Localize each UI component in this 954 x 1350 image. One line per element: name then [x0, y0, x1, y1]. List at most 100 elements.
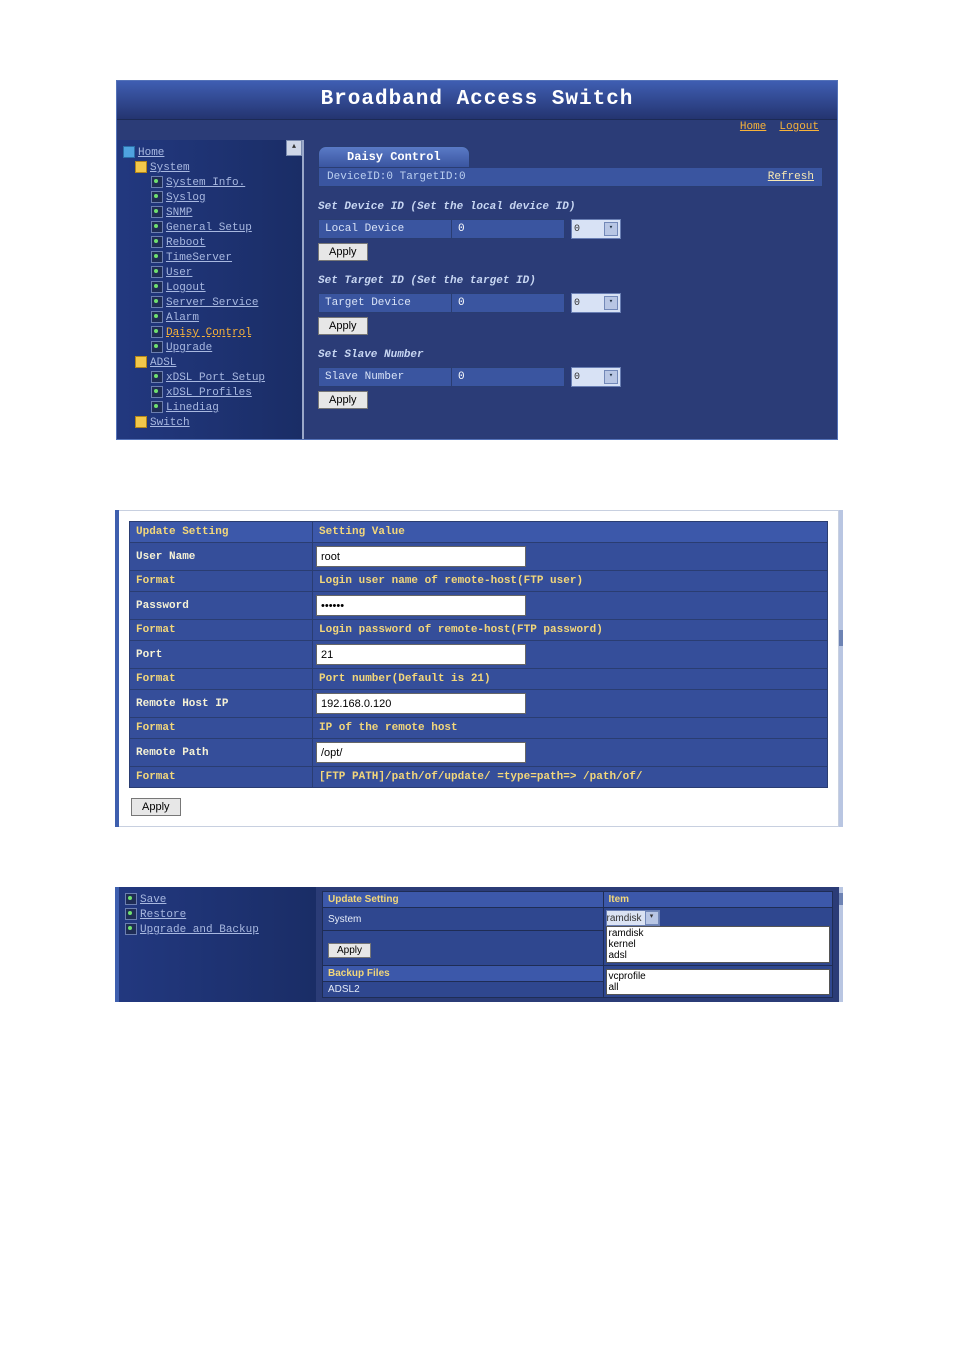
nav-save[interactable]: Save: [140, 894, 166, 906]
format-label: Format: [130, 669, 313, 690]
page-icon: [151, 311, 163, 323]
nav-linediag[interactable]: Linediag: [166, 402, 219, 414]
router-ui-screenshot: Broadband Access Switch Home Logout ▴ Ho…: [116, 80, 838, 440]
page-icon: [151, 191, 163, 203]
format-label: Format: [130, 767, 313, 788]
section-set-target-id: Set Target ID (Set the target ID): [318, 275, 823, 287]
page-icon: [151, 281, 163, 293]
page-icon: [151, 206, 163, 218]
remote-host-input[interactable]: [316, 693, 526, 714]
page-icon: [151, 401, 163, 413]
nav-general-setup[interactable]: General Setup: [166, 222, 252, 234]
main-content: Daisy Control DeviceID:0 TargetID:0 Refr…: [304, 140, 837, 439]
page-icon: [151, 176, 163, 188]
remote-path-input[interactable]: [316, 742, 526, 763]
main-content-small: Update Setting Item System ramdisk▾ ramd…: [316, 887, 839, 1002]
password-label: Password: [130, 592, 313, 620]
backup-options-list[interactable]: vcprofile all: [606, 969, 831, 995]
top-links-bar: Home Logout: [117, 120, 837, 140]
target-device-select[interactable]: 0▾: [571, 293, 621, 313]
nav-switch[interactable]: Switch: [150, 417, 190, 429]
scrollbar-thumb[interactable]: [839, 630, 843, 646]
local-device-value: 0: [452, 219, 565, 239]
page-icon: [151, 236, 163, 248]
page-icon: [125, 893, 137, 905]
col-update-setting: Update Setting: [130, 522, 313, 543]
nav-timeserver[interactable]: TimeServer: [166, 252, 232, 264]
list-item[interactable]: vcprofile: [609, 971, 828, 982]
nav-daisy-control[interactable]: Daisy Control: [166, 327, 252, 339]
nav-restore[interactable]: Restore: [140, 909, 186, 921]
list-item[interactable]: ramdisk: [609, 928, 828, 939]
chevron-down-icon: ▾: [604, 370, 618, 384]
chevron-down-icon: ▾: [604, 296, 618, 310]
refresh-link[interactable]: Refresh: [768, 171, 814, 183]
nav-sidebar: ▴ Home System System Info. Syslog SNMP G…: [117, 140, 304, 439]
apply-button-system[interactable]: Apply: [328, 943, 371, 958]
scrollbar[interactable]: [839, 510, 843, 827]
nav-alarm[interactable]: Alarm: [166, 312, 199, 324]
scrollbar[interactable]: [839, 887, 843, 1002]
port-input[interactable]: [316, 644, 526, 665]
nav-upgrade[interactable]: Upgrade: [166, 342, 212, 354]
system-label: System: [323, 908, 604, 931]
target-device-label: Target Device: [318, 293, 452, 313]
apply-button[interactable]: Apply: [131, 798, 181, 816]
nav-xdsl-profiles[interactable]: xDSL Profiles: [166, 387, 252, 399]
nav-xdsl-port[interactable]: xDSL Port Setup: [166, 372, 265, 384]
list-item[interactable]: adsl: [609, 950, 828, 961]
nav-snmp[interactable]: SNMP: [166, 207, 192, 219]
col-item: Item: [603, 892, 833, 908]
page-icon: [151, 266, 163, 278]
logout-link[interactable]: Logout: [779, 121, 819, 133]
local-device-select[interactable]: 0▾: [571, 219, 621, 239]
update-setting-table: Update Setting Setting Value User Name F…: [115, 510, 839, 827]
user-name-input[interactable]: [316, 546, 526, 567]
scroll-up-icon[interactable]: ▴: [286, 140, 302, 156]
nav-logout[interactable]: Logout: [166, 282, 206, 294]
nav-syslog[interactable]: Syslog: [166, 192, 206, 204]
user-name-label: User Name: [130, 543, 313, 571]
password-input[interactable]: [316, 595, 526, 616]
nav-system-info[interactable]: System Info.: [166, 177, 245, 189]
target-device-value: 0: [452, 293, 565, 313]
list-item[interactable]: all: [609, 982, 828, 993]
apply-button-device[interactable]: Apply: [318, 243, 368, 261]
section-set-device-id: Set Device ID (Set the local device ID): [318, 201, 823, 213]
upgrade-backup-screenshot: Save Restore Upgrade and Backup Update S…: [115, 887, 839, 1002]
chevron-down-icon: ▾: [645, 911, 659, 925]
device-status: DeviceID:0 TargetID:0: [327, 171, 466, 183]
nav-home[interactable]: Home: [138, 147, 164, 159]
apply-button-slave[interactable]: Apply: [318, 391, 368, 409]
page-icon: [151, 386, 163, 398]
home-link[interactable]: Home: [740, 121, 766, 133]
scrollbar-thumb[interactable]: [839, 893, 843, 905]
nav-server-service[interactable]: Server Service: [166, 297, 258, 309]
remote-host-format: IP of the remote host: [313, 718, 828, 739]
nav-upgrade-backup[interactable]: Upgrade and Backup: [140, 924, 259, 936]
local-device-label: Local Device: [318, 219, 452, 239]
format-label: Format: [130, 718, 313, 739]
slave-number-value: 0: [452, 367, 565, 387]
folder-icon: [135, 161, 147, 173]
backup-value: ADSL2: [323, 982, 604, 998]
nav-user[interactable]: User: [166, 267, 192, 279]
slave-number-select[interactable]: 0▾: [571, 367, 621, 387]
list-item[interactable]: kernel: [609, 939, 828, 950]
slave-number-label: Slave Number: [318, 367, 452, 387]
format-label: Format: [130, 620, 313, 641]
format-label: Format: [130, 571, 313, 592]
folder-icon: [135, 416, 147, 428]
nav-adsl[interactable]: ADSL: [150, 357, 176, 369]
page-icon: [125, 908, 137, 920]
port-label: Port: [130, 641, 313, 669]
banner: Broadband Access Switch: [117, 81, 837, 120]
system-options-list[interactable]: ramdisk kernel adsl: [606, 926, 831, 963]
system-select[interactable]: ramdisk▾: [606, 910, 660, 926]
remote-host-label: Remote Host IP: [130, 690, 313, 718]
nav-reboot[interactable]: Reboot: [166, 237, 206, 249]
nav-system[interactable]: System: [150, 162, 190, 174]
page-icon: [151, 371, 163, 383]
page-icon: [151, 251, 163, 263]
apply-button-target[interactable]: Apply: [318, 317, 368, 335]
